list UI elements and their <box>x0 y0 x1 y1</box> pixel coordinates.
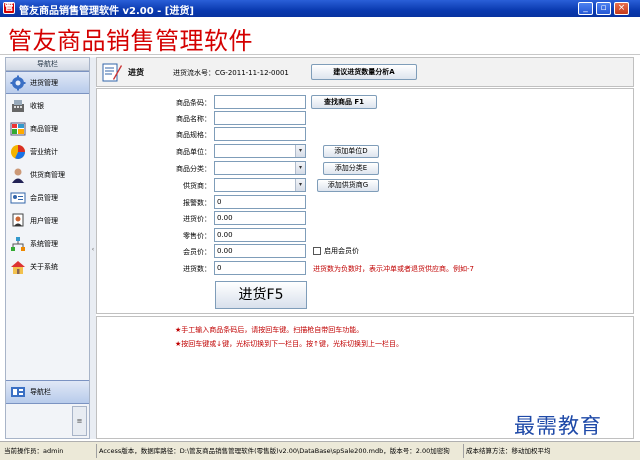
quantity-label: 进货数： <box>183 265 211 273</box>
product-category-label: 商品分类： <box>176 165 211 173</box>
purchase-form: 商品条码： 查找商品 F1 商品名称： 商品规格： 商品单位： ▾ 添加单位D … <box>96 88 634 314</box>
chevron-down-icon[interactable]: ▾ <box>295 145 305 157</box>
title-bar: 管 管友商品销售管理软件 v2.00 - [进货] _ ▫ × <box>0 0 640 17</box>
app-icon: 管 <box>3 2 15 14</box>
submit-purchase-button[interactable]: 进货F5 <box>215 281 307 309</box>
sidebar-item-about[interactable]: 关于系统 <box>6 255 89 278</box>
sidebar-footer-label: 导航栏 <box>30 388 51 396</box>
gear-icon <box>10 75 26 91</box>
tip-line: ★按回车键或↓键，光标切换到下一栏目。按↑键，光标切换到上一栏目。 <box>175 340 404 348</box>
sidebar-item-products[interactable]: 商品管理 <box>6 117 89 140</box>
add-unit-button[interactable]: 添加单位D <box>323 145 379 158</box>
banner: 管友商品销售管理软件 <box>0 17 640 55</box>
suggest-quantity-button[interactable]: 建议进货数量分析A <box>311 64 417 80</box>
sidebar-item-purchase[interactable]: 进货管理 <box>6 71 89 94</box>
close-button[interactable]: × <box>614 2 629 15</box>
products-icon <box>10 121 26 137</box>
sidebar-item-statistics[interactable]: 营业统计 <box>6 140 89 163</box>
user-icon <box>10 213 26 229</box>
window-title: 管友商品销售管理软件 v2.00 - [进货] <box>19 6 194 17</box>
sidebar-item-system[interactable]: 系统管理 <box>6 232 89 255</box>
supplier-icon <box>10 167 26 183</box>
find-product-button[interactable]: 查找商品 F1 <box>311 95 377 109</box>
barcode-input[interactable] <box>214 95 306 109</box>
navigation-icon <box>10 384 26 400</box>
product-spec-label: 商品规格： <box>176 131 211 139</box>
supplier-label: 供货商： <box>183 182 211 190</box>
retail-price-label: 零售价： <box>183 232 211 240</box>
sidebar-item-label: 关于系统 <box>30 262 58 271</box>
member-price-input[interactable]: 0.00 <box>214 244 306 258</box>
product-unit-select[interactable]: ▾ <box>214 144 306 158</box>
purchase-price-input[interactable]: 0.00 <box>214 211 306 225</box>
status-database-info: Access版本，数据库路径：D:\管友商品销售管理软件(零售版)v2.00\D… <box>99 447 450 455</box>
sidebar-item-label: 商品管理 <box>30 124 58 133</box>
add-category-button[interactable]: 添加分类E <box>323 162 379 175</box>
chevron-down-icon[interactable]: ▾ <box>295 179 305 191</box>
status-cost-method: 成本结算方法：移动加权平均 <box>466 447 551 455</box>
sidebar-item-label: 系统管理 <box>30 239 58 248</box>
sidebar-item-label: 供货商管理 <box>30 170 65 179</box>
barcode-label: 商品条码： <box>176 99 211 107</box>
sidebar-item-label: 用户管理 <box>30 216 58 225</box>
quantity-input[interactable]: 0 <box>214 261 306 275</box>
sidebar-header: 导航栏 <box>6 58 89 71</box>
add-supplier-button[interactable]: 添加供货商G <box>317 179 379 192</box>
sidebar-item-users[interactable]: 用户管理 <box>6 209 89 232</box>
sidebar-item-label: 收银 <box>30 101 44 110</box>
alert-count-input[interactable]: 0 <box>214 195 306 209</box>
product-name-input[interactable] <box>214 111 306 125</box>
page-title: 进货 <box>128 68 144 77</box>
sidebar-scroll-button[interactable]: ≡ <box>72 406 87 436</box>
product-name-label: 商品名称： <box>176 115 211 123</box>
home-icon <box>10 259 26 275</box>
sidebar-item-label: 进货管理 <box>30 78 58 87</box>
product-spec-input[interactable] <box>214 127 306 141</box>
sidebar-item-suppliers[interactable]: 供货商管理 <box>6 163 89 186</box>
product-category-select[interactable]: ▾ <box>214 161 306 175</box>
sidebar-item-cashier[interactable]: 收银 <box>6 94 89 117</box>
status-operator: 当前操作员：admin <box>4 447 64 455</box>
pen-notebook-icon <box>101 61 123 83</box>
tip-line: ★手工输入商品条码后，请按回车键。扫描枪自带回车功能。 <box>175 326 364 334</box>
member-icon <box>10 190 26 206</box>
brand-title: 管友商品销售管理软件 <box>8 27 253 55</box>
watermark: 最需教育 <box>514 414 602 438</box>
product-unit-label: 商品单位： <box>176 148 211 156</box>
status-separator <box>96 444 97 458</box>
restore-button[interactable]: ▫ <box>596 2 611 15</box>
pie-chart-icon <box>10 144 26 160</box>
minimize-button[interactable]: _ <box>578 2 593 15</box>
network-icon <box>10 236 26 252</box>
sidebar-footer[interactable]: 导航栏 <box>6 380 89 404</box>
chevron-down-icon[interactable]: ▾ <box>295 162 305 174</box>
purchase-price-label: 进货价： <box>183 215 211 223</box>
member-price-label: 会员价： <box>183 248 211 256</box>
status-separator <box>463 444 464 458</box>
serial-number: 进货流水号：CG-2011-11-12-0001 <box>173 69 289 77</box>
enable-member-price-checkbox[interactable] <box>313 247 321 255</box>
negative-quantity-hint: 进货数为负数时，表示冲单或者退货供应商。例如-7 <box>313 265 474 273</box>
supplier-select[interactable]: ▾ <box>214 178 306 192</box>
status-bar: 当前操作员：admin Access版本，数据库路径：D:\管友商品销售管理软件… <box>0 441 640 460</box>
sidebar: 导航栏 进货管理 收银 商品管理 营业统计 供货商管理 会员管理 用户管理 系统… <box>5 57 90 439</box>
cash-register-icon <box>10 98 26 114</box>
sidebar-item-label: 会员管理 <box>30 193 58 202</box>
main-header: 进货 进货流水号：CG-2011-11-12-0001 建议进货数量分析A <box>96 57 634 87</box>
alert-count-label: 报警数： <box>183 199 211 207</box>
enable-member-price-label: 启用会员价 <box>324 247 359 255</box>
sidebar-item-label: 营业统计 <box>30 147 58 156</box>
retail-price-input[interactable]: 0.00 <box>214 228 306 242</box>
sidebar-item-members[interactable]: 会员管理 <box>6 186 89 209</box>
